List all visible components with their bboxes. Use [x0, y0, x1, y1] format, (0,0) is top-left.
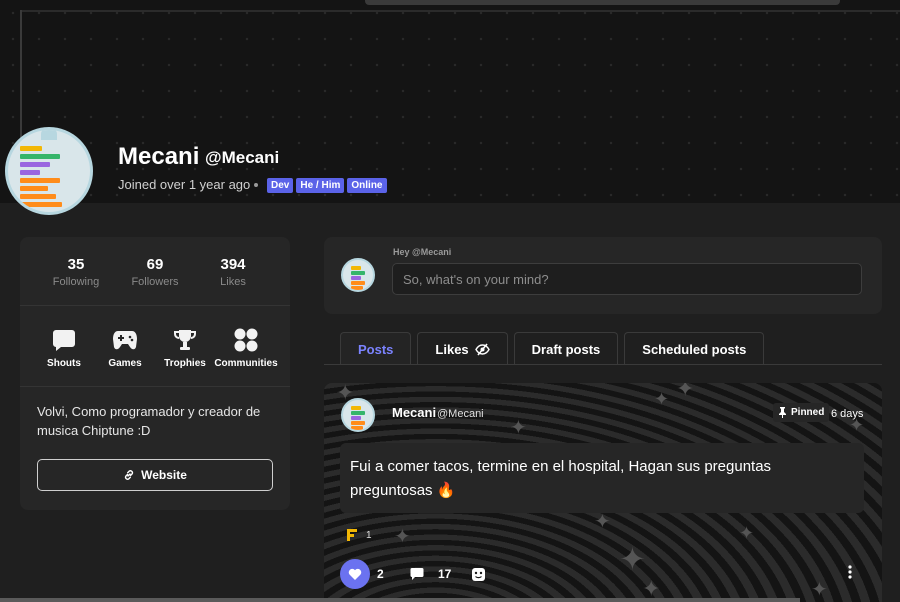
profile-name: Mecani: [118, 143, 200, 170]
stat-followers[interactable]: 69 Followers: [115, 256, 195, 288]
badge-online: Online: [347, 178, 387, 193]
sparkle-decoration: ✦: [676, 383, 695, 402]
link-icon: [125, 470, 134, 480]
profile-handle: @Mecani: [205, 148, 280, 167]
stat-following-label: Following: [52, 276, 100, 288]
divider: [20, 386, 290, 387]
sparkle-decoration: ✦: [510, 415, 527, 439]
joined-date: Joined over 1 year ago: [118, 177, 251, 192]
comment-count: 17: [438, 567, 452, 581]
tab-scheduled-label: Scheduled posts: [642, 341, 747, 357]
stat-followers-label: Followers: [131, 276, 179, 288]
sparkle-decoration: ✦: [739, 523, 755, 544]
communities-icon: [234, 328, 258, 352]
trophy-icon: [174, 330, 196, 350]
stat-followers-value: 69: [146, 256, 164, 273]
compose-card: Hey @Mecani: [324, 237, 882, 314]
pinned-label: Pinned: [791, 407, 825, 418]
fire-emoji: 🔥: [436, 482, 456, 499]
tabs-underline: [324, 364, 882, 365]
quick-link-label: Trophies: [164, 358, 206, 369]
compose-input[interactable]: [392, 263, 862, 295]
bottom-scrollbar[interactable]: [0, 598, 800, 602]
stat-likes-label: Likes: [220, 276, 246, 288]
compose-avatar: [341, 258, 375, 292]
comment-icon[interactable]: [410, 567, 424, 581]
quick-link-label: Shouts: [47, 358, 81, 369]
badge-dev: Dev: [267, 178, 294, 193]
website-button[interactable]: Website: [37, 459, 273, 491]
divider: [20, 305, 290, 306]
sparkle-decoration: ✦: [394, 524, 411, 548]
post-reaction[interactable]: 1: [346, 528, 372, 542]
gamepad-icon: [113, 331, 137, 350]
banner-edge: [20, 10, 900, 12]
tab-posts[interactable]: Posts: [340, 332, 412, 365]
more-options-icon[interactable]: [848, 565, 852, 579]
react-icon[interactable]: [471, 567, 486, 582]
stat-likes[interactable]: 394 Likes: [193, 256, 273, 288]
quick-link-shouts[interactable]: Shouts: [29, 327, 99, 369]
tab-likes-label: Likes: [435, 341, 469, 357]
post-author-handle[interactable]: @Mecani: [437, 408, 484, 420]
stat-following-value: 35: [67, 256, 85, 273]
website-label: Website: [141, 468, 187, 482]
post-actions: 2 17: [340, 559, 866, 591]
pinned-badge: Pinned: [773, 403, 830, 422]
top-scrollbar: [365, 0, 840, 5]
profile-avatar[interactable]: [5, 127, 93, 215]
post-author-name[interactable]: Mecani: [392, 405, 436, 420]
post-author-avatar[interactable]: [341, 398, 375, 432]
quick-link-communities[interactable]: Communities: [211, 327, 281, 369]
sparkle-decoration: ✦: [594, 509, 611, 533]
stats-row: 35 Following 69 Followers 394 Likes: [20, 237, 290, 305]
pin-icon: [779, 407, 786, 418]
reaction-count: 1: [366, 529, 372, 541]
tab-scheduled-posts[interactable]: Scheduled posts: [624, 332, 765, 365]
letter-f-reaction-icon: [347, 529, 357, 541]
shout-icon: [53, 330, 75, 351]
profile-sidebar: 35 Following 69 Followers 394 Likes Shou…: [20, 237, 290, 510]
stat-following[interactable]: 35 Following: [36, 256, 116, 288]
eye-slash-icon: [474, 342, 490, 356]
like-count: 2: [377, 567, 384, 581]
profile-banner: [0, 0, 900, 203]
compose-greeting: Hey @Mecani: [393, 247, 452, 257]
stat-likes-value: 394: [220, 256, 246, 273]
profile-badges: Dev He / Him Online: [267, 178, 387, 193]
badge-pronouns: He / Him: [296, 178, 345, 193]
tab-likes[interactable]: Likes: [417, 332, 508, 365]
sparkle-decoration: ✦: [654, 389, 670, 410]
separator-dot: [254, 183, 258, 187]
quick-link-label: Communities: [214, 358, 278, 369]
profile-bio: Volvi, Como programador y creador de mus…: [37, 404, 261, 438]
tab-posts-label: Posts: [358, 341, 394, 357]
post-text: Fui a comer tacos, termine en el hospita…: [350, 458, 772, 499]
post-body: Fui a comer tacos, termine en el hospita…: [340, 443, 864, 513]
like-button[interactable]: [340, 559, 370, 589]
profile-tabs: Posts Likes Draft posts Scheduled posts: [340, 332, 765, 365]
tab-draft-posts[interactable]: Draft posts: [513, 332, 619, 365]
pinned-post-card[interactable]: ✦ ✦ ✦ ✦ ✦ ✦ ✦ ✦ ✦ ✦ ✦ Mecani @Mecani Pin…: [324, 383, 882, 602]
heart-icon: [348, 568, 362, 580]
avatar-ears: [41, 130, 57, 140]
post-age[interactable]: 6 days: [831, 408, 863, 420]
tab-draft-label: Draft posts: [531, 341, 601, 357]
quick-link-trophies[interactable]: Trophies: [150, 327, 220, 369]
